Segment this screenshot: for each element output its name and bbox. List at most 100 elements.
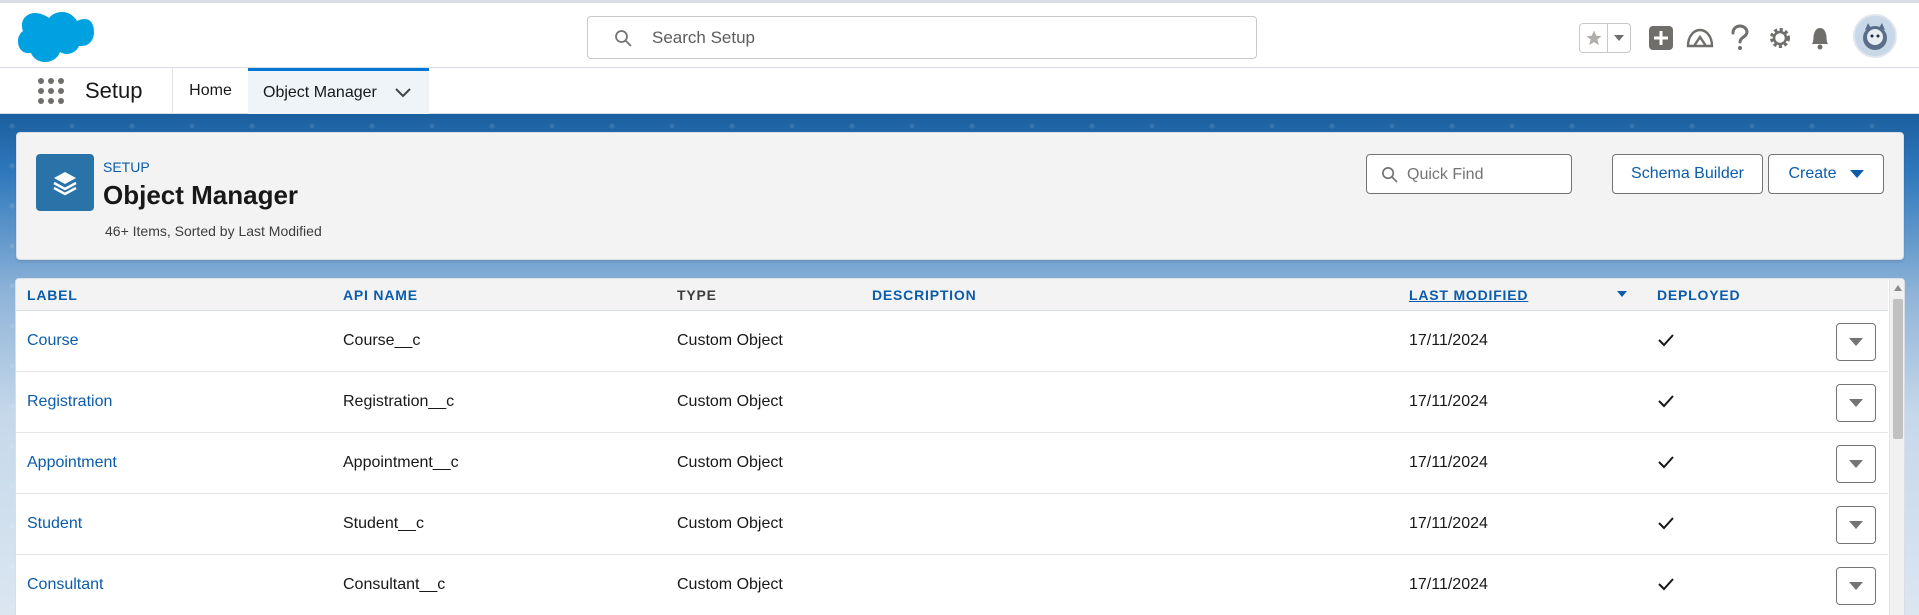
help-button[interactable] <box>1725 23 1755 53</box>
bell-icon <box>1812 28 1828 50</box>
caret-down-icon <box>1849 338 1863 346</box>
check-icon <box>1658 578 1674 591</box>
astro-avatar-icon <box>1855 16 1895 56</box>
column-header-deployed[interactable]: DEPLOYED <box>1657 287 1740 303</box>
last-modified-cell: 17/11/2024 <box>1409 576 1488 593</box>
last-modified-cell: 17/11/2024 <box>1409 454 1488 471</box>
object-label-link[interactable]: Consultant <box>27 576 104 594</box>
api-name-cell: Course__c <box>343 332 421 349</box>
last-modified-cell: 17/11/2024 <box>1409 393 1488 410</box>
app-launcher-dot <box>38 88 44 94</box>
gear-icon <box>1770 28 1790 48</box>
global-actions-button[interactable] <box>1646 23 1676 53</box>
search-icon <box>1382 167 1398 183</box>
type-cell: Custom Object <box>677 515 783 532</box>
app-launcher-dot <box>48 88 54 94</box>
check-icon <box>1658 456 1674 469</box>
schema-builder-button[interactable]: Schema Builder <box>1612 154 1763 194</box>
app-launcher-dot <box>48 78 54 84</box>
caret-down-icon <box>1849 170 1864 178</box>
star-icon <box>1586 30 1601 46</box>
type-cell: Custom Object <box>677 332 783 349</box>
table-header: LABEL API NAME TYPE DESCRIPTION LAST MOD… <box>16 279 1888 311</box>
table-row: Appointment Appointment__c Custom Object… <box>16 433 1888 494</box>
chevron-down-icon[interactable] <box>395 87 411 98</box>
row-actions-button[interactable] <box>1836 323 1876 361</box>
api-name-cell: Student__c <box>343 515 424 532</box>
page-title: Object Manager <box>103 180 299 210</box>
create-button[interactable]: Create <box>1768 154 1884 194</box>
create-label: Create <box>1788 165 1837 182</box>
favorites-star-button[interactable] <box>1580 24 1608 52</box>
api-name-cell: Consultant__c <box>343 576 446 593</box>
trailhead-icon <box>1686 28 1714 48</box>
global-header <box>0 0 1919 68</box>
api-name-cell: Appointment__c <box>343 454 459 471</box>
setup-gear-button[interactable] <box>1765 23 1795 53</box>
column-header-type: TYPE <box>677 287 717 303</box>
scroll-up-arrow-icon[interactable] <box>1894 285 1902 291</box>
table-row: Course Course__c Custom Object 17/11/202… <box>16 311 1888 372</box>
caret-down-icon <box>1849 399 1863 407</box>
app-launcher-dot <box>58 88 64 94</box>
tab-home[interactable]: Home <box>172 68 248 114</box>
trailhead-button[interactable] <box>1685 23 1715 53</box>
row-actions-button[interactable] <box>1836 384 1876 422</box>
search-setup-input[interactable] <box>652 25 1232 51</box>
caret-down-icon <box>1849 521 1863 529</box>
search-icon <box>615 30 632 47</box>
notifications-button[interactable] <box>1805 23 1835 53</box>
user-avatar[interactable] <box>1853 14 1897 58</box>
app-launcher-dot <box>58 98 64 104</box>
caret-down-icon <box>1849 582 1863 590</box>
row-actions-button[interactable] <box>1836 445 1876 483</box>
type-cell: Custom Object <box>677 454 783 471</box>
table-row: Consultant Consultant__c Custom Object 1… <box>16 555 1888 615</box>
last-modified-cell: 17/11/2024 <box>1409 332 1488 349</box>
app-launcher-dot <box>58 78 64 84</box>
add-icon <box>1649 26 1673 50</box>
check-icon <box>1658 517 1674 530</box>
column-header-last-modified[interactable]: LAST MODIFIED <box>1409 287 1528 303</box>
caret-down-icon <box>1849 460 1863 468</box>
object-manager-icon <box>36 154 94 211</box>
check-icon <box>1658 334 1674 347</box>
table-scrollbar[interactable] <box>1889 279 1904 615</box>
quick-find-input[interactable] <box>1407 163 1562 187</box>
app-launcher-button[interactable] <box>36 76 64 104</box>
app-launcher-dot <box>38 98 44 104</box>
last-modified-cell: 17/11/2024 <box>1409 515 1488 532</box>
quick-find-box[interactable] <box>1366 154 1572 194</box>
column-header-label[interactable]: LABEL <box>27 287 78 303</box>
salesforce-logo[interactable] <box>18 11 94 63</box>
object-label-link[interactable]: Student <box>27 515 82 533</box>
row-actions-button[interactable] <box>1836 567 1876 605</box>
tab-object-manager-label: Object Manager <box>263 83 377 101</box>
table-row: Registration Registration__c Custom Obje… <box>16 372 1888 433</box>
type-cell: Custom Object <box>677 576 783 593</box>
context-nav-bar: Setup Home Object Manager <box>0 68 1919 114</box>
column-header-description[interactable]: DESCRIPTION <box>872 287 976 303</box>
search-setup-box[interactable] <box>587 16 1257 59</box>
object-label-link[interactable]: Appointment <box>27 454 117 472</box>
layers-icon <box>53 171 77 195</box>
column-header-api-name[interactable]: API NAME <box>343 287 418 303</box>
page-header: SETUP Object Manager 46+ Items, Sorted b… <box>16 132 1904 260</box>
tab-object-manager[interactable]: Object Manager <box>248 68 429 114</box>
chevron-down-icon <box>1614 35 1624 41</box>
row-actions-button[interactable] <box>1836 506 1876 544</box>
app-name: Setup <box>85 78 143 103</box>
item-count-summary: 46+ Items, Sorted by Last Modified <box>105 223 322 239</box>
breadcrumb[interactable]: SETUP <box>103 159 150 175</box>
scrollbar-thumb[interactable] <box>1893 299 1903 439</box>
app-launcher-dot <box>48 98 54 104</box>
type-cell: Custom Object <box>677 393 783 410</box>
object-table: LABEL API NAME TYPE DESCRIPTION LAST MOD… <box>15 278 1905 615</box>
tab-home-label: Home <box>189 82 232 99</box>
object-label-link[interactable]: Course <box>27 332 79 350</box>
sort-descending-icon[interactable] <box>1617 291 1627 297</box>
object-label-link[interactable]: Registration <box>27 393 112 411</box>
help-icon <box>1731 24 1749 50</box>
favorites-dropdown-button[interactable] <box>1608 24 1630 52</box>
favorites-group <box>1579 23 1631 53</box>
